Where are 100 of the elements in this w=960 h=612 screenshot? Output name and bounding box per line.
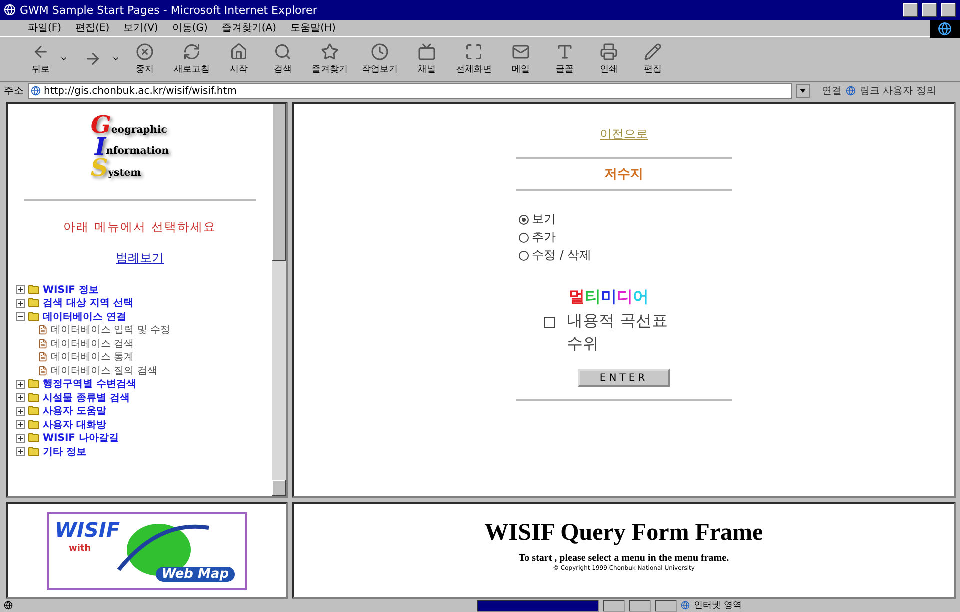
collapse-toggle-icon[interactable] — [16, 312, 25, 322]
toolbar-icon — [84, 50, 102, 68]
radio-button[interactable] — [519, 250, 529, 260]
close-button[interactable] — [941, 3, 956, 17]
toolbar-button[interactable]: 채널 — [408, 40, 446, 78]
link-icon — [846, 86, 856, 96]
tree-item[interactable]: 기타 정보 — [43, 444, 86, 459]
address-field[interactable]: http://gis.chonbuk.ac.kr/wisif/wisif.htm — [28, 83, 792, 99]
toolbar-button[interactable]: 검색 — [264, 40, 302, 78]
toolbar-button[interactable]: 뒤로 — [22, 40, 60, 78]
prompt-text: 아래 메뉴에서 선택하세요 — [64, 218, 216, 236]
toolbar-icon — [512, 42, 530, 60]
tree-item[interactable]: 데이터베이스 통계 — [51, 350, 134, 364]
menu-item[interactable]: 보기(V) — [124, 21, 158, 35]
status-panel — [629, 600, 651, 612]
toolbar-icon — [136, 42, 154, 60]
tree-item[interactable]: 검색 대상 지역 선택 — [43, 296, 134, 310]
toolbar-icon — [465, 42, 483, 60]
multimedia-title: 멀티미디어 — [569, 287, 650, 308]
tree-item[interactable]: 사용자 대화방 — [43, 418, 106, 432]
tree-item[interactable]: WISIF 나아갈길 — [43, 431, 119, 446]
folder-icon — [28, 297, 40, 310]
links-label[interactable]: 연결 — [822, 84, 842, 98]
checkbox[interactable] — [544, 317, 555, 328]
toolbar-button[interactable]: 전체화면 — [452, 40, 496, 78]
checkbox-label: 내용적 곡선표 — [567, 311, 668, 332]
tree-item[interactable]: 행정구역별 수변검색 — [43, 377, 136, 392]
radio-label: 추가 — [532, 229, 556, 246]
expand-toggle-icon[interactable] — [16, 393, 25, 402]
expand-toggle-icon[interactable] — [16, 380, 25, 389]
toolbar-button[interactable]: 인쇄 — [590, 40, 628, 78]
address-label: 주소 — [4, 85, 24, 98]
zone-icon — [681, 601, 690, 610]
checkbox-sublabel: 수위 — [567, 334, 600, 355]
toolbar-button[interactable]: 메일 — [502, 40, 540, 78]
scrollbar[interactable] — [272, 104, 286, 496]
toolbar-icon — [418, 42, 436, 60]
link[interactable]: 링크 사용자 정의 — [860, 84, 936, 98]
section-heading: 저수지 — [604, 166, 644, 183]
menu-item[interactable]: 파일(F) — [28, 21, 62, 35]
folder-icon — [28, 405, 40, 418]
dropdown-caret-icon[interactable] — [112, 55, 120, 63]
frame-title: WISIF Query Form Frame — [484, 520, 764, 547]
folder-icon — [28, 378, 40, 390]
window-title: GWM Sample Start Pages - Microsoft Internet Explorer — [20, 4, 318, 16]
toolbar-icon — [183, 42, 201, 60]
tree-item[interactable]: 데이터베이스 연결 — [43, 310, 126, 324]
zone-label: 인터넷 영역 — [694, 600, 742, 612]
radio-button[interactable] — [519, 214, 529, 224]
expand-toggle-icon[interactable] — [16, 434, 25, 443]
menu-item[interactable]: 즐겨찾기(A) — [222, 21, 277, 35]
menu-item[interactable]: 이동(G) — [172, 21, 208, 35]
toolbar-icon — [321, 42, 339, 60]
toolbar-button[interactable]: 즐겨찾기 — [308, 40, 352, 78]
radio-label: 보기 — [532, 211, 556, 228]
toolbar-button[interactable]: 작업보기 — [358, 40, 402, 78]
maximize-button[interactable] — [922, 3, 937, 17]
tree-item[interactable]: 시설물 종류별 검색 — [43, 390, 130, 405]
toolbar-icon — [371, 42, 389, 60]
status-panel — [603, 600, 625, 612]
toolbar-button[interactable]: 새로고침 — [170, 40, 214, 78]
toolbar-icon — [600, 42, 618, 60]
instruction-text: To start , please select a menu in the menu frame. — [518, 553, 730, 564]
tree-item[interactable]: 데이터베이스 검색 — [51, 336, 134, 351]
dropdown-caret-icon[interactable] — [60, 55, 68, 63]
toolbar-button[interactable]: 편집 — [634, 40, 672, 78]
expand-toggle-icon[interactable] — [16, 447, 25, 456]
folder-icon — [28, 284, 40, 296]
expand-toggle-icon[interactable] — [16, 420, 25, 430]
folder-icon — [28, 310, 40, 323]
tree-item[interactable]: 데이터베이스 입력 및 수정 — [51, 323, 171, 338]
minimize-button[interactable] — [903, 3, 918, 17]
folder-icon — [28, 446, 40, 458]
status-panel — [655, 600, 677, 612]
dropdown-button[interactable] — [796, 84, 810, 98]
folder-icon — [28, 432, 40, 444]
toolbar-icon — [230, 42, 248, 60]
menu-item[interactable]: 편집(E) — [76, 21, 110, 35]
toolbar-icon — [274, 42, 292, 60]
folder-icon — [28, 392, 40, 404]
toolbar-button[interactable]: 시작 — [220, 40, 258, 78]
enter-button[interactable]: ENTER — [578, 369, 670, 387]
toolbar-icon — [556, 42, 574, 60]
caret-icon — [800, 89, 806, 93]
toolbar-icon — [644, 42, 662, 60]
toolbar-button[interactable]: 중지 — [126, 40, 164, 78]
tree-item[interactable]: WISIF 정보 — [43, 282, 99, 297]
throbber-icon — [930, 20, 960, 38]
folder-icon — [28, 418, 40, 431]
toolbar-button[interactable]: 글꼴 — [546, 40, 584, 78]
radio-button[interactable] — [519, 232, 529, 242]
tree-item[interactable]: 데이터베이스 질의 검색 — [51, 364, 158, 378]
expand-toggle-icon[interactable] — [16, 298, 25, 308]
legend-link[interactable]: 범례보기 — [116, 250, 164, 267]
menu-item[interactable]: 도움말(H) — [290, 21, 336, 35]
wisif-logo: WISIF with Web Map — [47, 512, 247, 590]
tree-item[interactable]: 사용자 도움말 — [43, 404, 106, 418]
expand-toggle-icon[interactable] — [16, 285, 25, 294]
expand-toggle-icon[interactable] — [16, 406, 25, 416]
radio-label: 수정 / 삭제 — [532, 247, 592, 264]
